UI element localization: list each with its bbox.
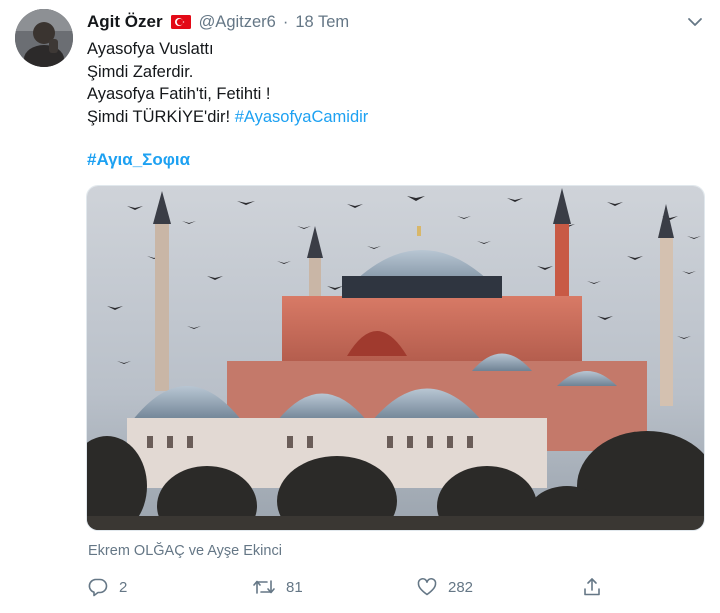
tweet-line: Ayasofya Fatih'ti, Fetihti ! [87,85,271,103]
reply-button[interactable]: 2 [87,574,127,600]
retweet-icon [253,580,275,594]
tweet-actions: 2 81 282 [87,574,707,600]
tweet-header: Agit Özer @Agitzer6 · 18 Tem [87,11,349,33]
author-handle[interactable]: @Agitzer6 [199,13,276,32]
tweet-media-image[interactable] [86,185,705,531]
reply-count: 2 [119,578,128,596]
author-name[interactable]: Agit Özer [87,12,163,32]
tweet-line: Ayasofya Vuslattı [87,40,214,58]
share-icon [584,578,600,596]
tweet-line-with-hashtag: Şimdi TÜRKİYE'dir! #AyasofyaCamidir [87,106,368,129]
reply-icon [88,578,108,597]
turkey-flag-icon [170,15,191,29]
tweet-line-text: Şimdi TÜRKİYE'dir! [87,107,235,126]
tweet-date[interactable]: 18 Tem [295,13,349,32]
more-options-button[interactable] [685,12,705,32]
tweet-text: Ayasofya Vuslattı Şimdi Zaferdir. Ayasof… [87,38,368,128]
chevron-down-icon [688,18,702,26]
hashtag-link-greek[interactable]: #Αγια_Σοφια [87,150,190,170]
tagged-users[interactable]: Ekrem OLĞAÇ ve Ayşe Ekinci [88,543,282,559]
hashtag-link[interactable]: #AyasofyaCamidir [235,108,369,126]
tweet-card[interactable]: Agit Özer @Agitzer6 · 18 Tem Ayasofya Vu… [0,0,720,613]
like-count: 282 [448,578,474,596]
share-button[interactable] [581,574,603,600]
tweet-line: Şimdi Zaferdir. [87,62,194,81]
like-icon [417,578,437,596]
avatar[interactable] [15,9,73,67]
separator-dot: · [282,12,289,31]
like-button[interactable]: 282 [416,574,473,600]
retweet-count: 81 [286,578,303,596]
retweet-button[interactable]: 81 [252,574,303,600]
